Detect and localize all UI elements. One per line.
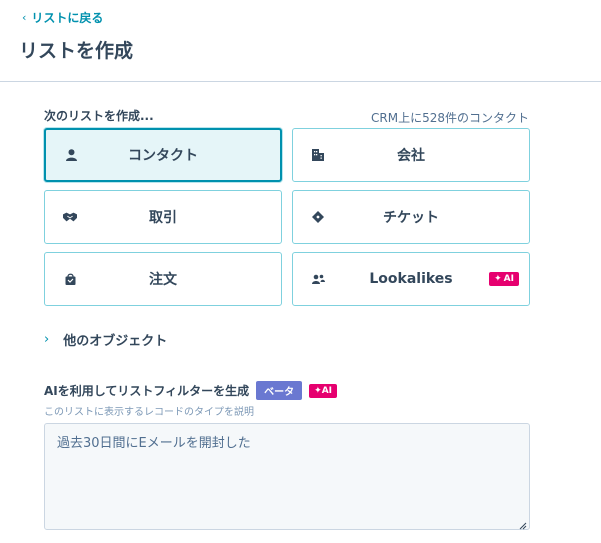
tile-label: 取引 (149, 210, 177, 226)
ai-filter-title: AIを利用してリストフィルターを生成 (44, 384, 250, 398)
chevron-right-icon: › (44, 332, 50, 347)
prompt-text: 過去30日間にEメールを開封した (57, 436, 251, 451)
object-tile-tickets[interactable]: チケット (292, 190, 530, 244)
ai-filter-prompt-input[interactable]: 過去30日間にEメールを開封した (44, 423, 530, 530)
resize-handle-icon[interactable] (519, 519, 527, 530)
other-objects-label: 他のオブジェクト (63, 334, 168, 349)
ai-badge: ✦AI (309, 383, 338, 398)
sparkle-icon: ✦ (314, 385, 322, 396)
ai-badge: ✦AI (489, 272, 519, 286)
tile-label: 会社 (397, 148, 425, 164)
object-tile-orders[interactable]: 注文 (44, 252, 282, 306)
tile-label: 注文 (149, 272, 177, 288)
back-link-label: リストに戻る (31, 11, 104, 25)
record-count-text: CRM上に528件のコンタクト (371, 111, 529, 125)
object-tile-contacts[interactable]: コンタクト (44, 128, 282, 182)
chevron-left-icon: ‹ (22, 11, 27, 24)
back-to-lists-link[interactable]: ‹ リストに戻る (22, 9, 103, 26)
beta-badge: ベータ (256, 381, 303, 400)
sparkle-icon: ✦ (494, 274, 502, 284)
object-tile-companies[interactable]: 会社 (292, 128, 530, 182)
tile-label: コンタクト (128, 148, 198, 164)
object-tile-lookalikes[interactable]: Lookalikes ✦ AI (292, 252, 530, 306)
tile-label: チケット (383, 210, 439, 226)
other-objects-toggle[interactable]: › 他のオブジェクト (44, 330, 167, 349)
page-header: ‹ リストに戻る リストを作成 (0, 0, 601, 82)
page-title: リストを作成 (19, 40, 134, 62)
ai-filter-header: AIを利用してリストフィルターを生成 ベータ ✦AI (44, 381, 338, 400)
ai-filter-description: このリストに表示するレコードのタイプを説明 (44, 407, 254, 418)
object-tile-deals[interactable]: 取引 (44, 190, 282, 244)
create-section-label: 次のリストを作成... (44, 109, 154, 123)
